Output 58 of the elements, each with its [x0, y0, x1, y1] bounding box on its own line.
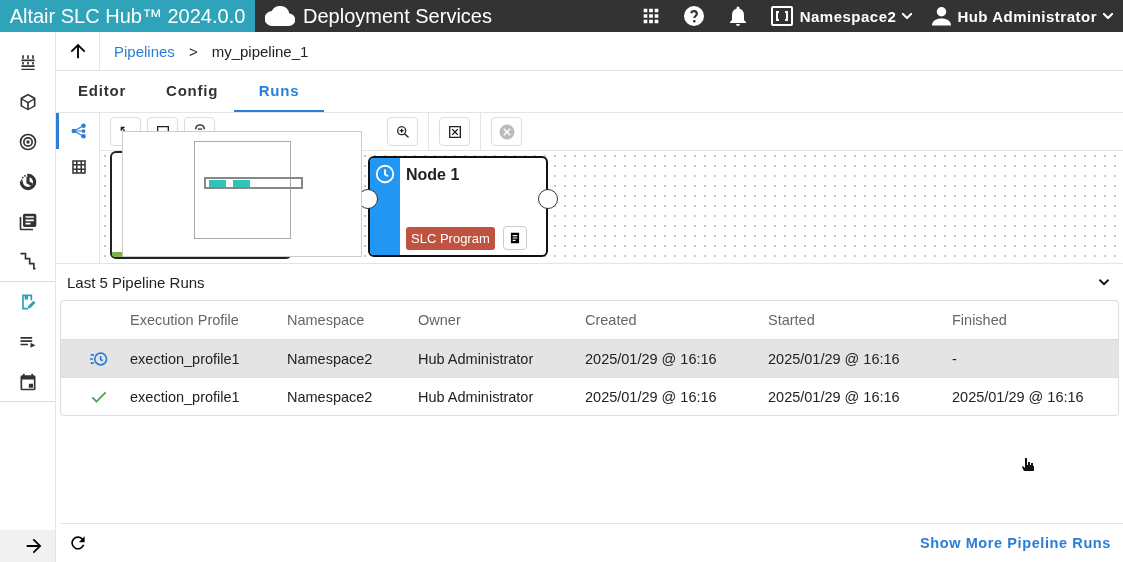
- refresh-button[interactable]: [68, 533, 88, 553]
- column-header: Namespace: [287, 312, 366, 328]
- section-title: Last 5 Pipeline Runs: [67, 273, 205, 291]
- column-header: Started: [768, 312, 816, 328]
- chevron-down-icon: [1103, 13, 1113, 19]
- output-port[interactable]: [538, 189, 558, 209]
- column-header: Finished: [952, 312, 1008, 328]
- clock-icon: [374, 163, 396, 185]
- node-type-tag: SLC Program: [406, 226, 495, 250]
- library-icon: [17, 212, 38, 232]
- tab[interactable]: Editor: [56, 71, 144, 112]
- table-row[interactable]: exection_profile1 Namespace2 Hub Administrator 2025/01/29 @ 16:16 2025/01/29 @ 16:16 -: [61, 339, 1118, 377]
- person-icon: [932, 6, 952, 26]
- table-row[interactable]: exection_profile1 Namespace2 Hub Administrator 2025/01/29 @ 16:16 2025/01/29 @ 16:16 2025/01/29 @ 16:16: [61, 377, 1118, 415]
- breadcrumb-separator: >: [188, 42, 198, 60]
- table-cell-text: 2025/01/29 @ 16:16: [585, 388, 718, 405]
- section-title: Deployment Services: [303, 4, 492, 28]
- breadcrumb-current: my_pipeline_1: [211, 42, 309, 60]
- hand-cursor-icon: [1021, 457, 1035, 473]
- show-more-link[interactable]: Show More Pipeline Runs: [919, 535, 1111, 551]
- table-cell-text: Hub Administrator: [418, 388, 535, 405]
- refresh-icon: [68, 533, 88, 553]
- column-header: Created: [585, 312, 638, 328]
- breadcrumb-link[interactable]: Pipelines: [114, 42, 175, 60]
- grid-icon: [70, 158, 88, 176]
- node-log-button[interactable]: [502, 226, 527, 250]
- graph-icon: [70, 122, 88, 140]
- table-cell-text: Hub Administrator: [418, 350, 535, 367]
- cancel-icon: [497, 122, 516, 141]
- pipeline-node[interactable]: Node 1 SLC Program: [368, 156, 548, 257]
- table-cell-text: Namespace2: [287, 350, 374, 367]
- help-icon: [681, 4, 706, 28]
- node-title: Node 1: [406, 166, 461, 184]
- namespace-icon: [769, 4, 794, 28]
- table-cell-text: 2025/01/29 @ 16:16: [585, 350, 718, 367]
- user-menu[interactable]: Hub Administrator: [932, 6, 1113, 26]
- table-cell-text: exection_profile1: [130, 388, 241, 405]
- close-box-icon: [446, 123, 463, 140]
- table-cell-text: 2025/01/29 @ 16:16: [768, 350, 901, 367]
- table-cell-text: exection_profile1: [130, 350, 241, 367]
- table-cell-text: -: [952, 350, 958, 367]
- expand-sidebar-button[interactable]: [0, 530, 55, 562]
- zoom-in-icon: [394, 123, 411, 140]
- chevron-down-icon: [902, 13, 913, 19]
- table-cell-text: 2025/01/29 @ 16:16: [952, 388, 1085, 405]
- zoom-out-icon: [194, 124, 205, 130]
- column-header: Execution Profile: [130, 312, 240, 328]
- tab[interactable]: Runs: [234, 71, 324, 112]
- table-cell-text: 2025/01/29 @ 16:16: [768, 388, 901, 405]
- clock-icon: [17, 172, 38, 192]
- table-cell-text: Namespace2: [287, 388, 374, 405]
- target-icon: [17, 132, 38, 152]
- namespace-dropdown[interactable]: Namespace2: [769, 4, 913, 28]
- tab[interactable]: Config: [144, 71, 234, 112]
- column-header: Owner: [418, 312, 462, 328]
- app-brand: Altair SLC Hub™ 2024.0.0: [0, 0, 255, 32]
- zoom-in-button[interactable]: [387, 117, 418, 146]
- close-all-button[interactable]: [439, 117, 470, 146]
